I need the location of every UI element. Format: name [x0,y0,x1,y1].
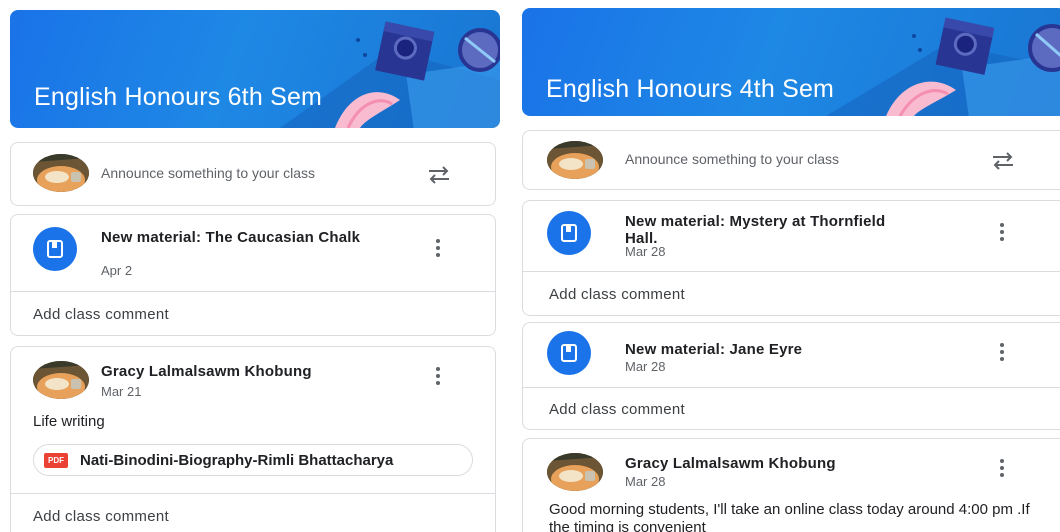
avatar [547,453,603,491]
post-date: Mar 28 [625,244,666,259]
divider [523,387,1060,388]
more-options-icon[interactable] [435,367,441,387]
class-banner[interactable]: English Honours 6th Sem [10,10,500,128]
announcement-post-card[interactable]: Gracy Lalmalsawm Khobung Mar 28 Good mor… [522,438,1060,532]
left-classroom-stream: English Honours 6th Sem Announce somethi… [0,0,500,532]
material-icon [547,211,591,255]
avatar-image [33,154,89,192]
post-author: Gracy Lalmalsawm Khobung [625,455,836,472]
class-title: English Honours 4th Sem [546,75,835,103]
more-options-icon[interactable] [999,223,1005,243]
divider [11,291,495,292]
repost-icon[interactable] [989,149,1017,173]
divider [523,271,1060,272]
add-class-comment-link[interactable]: Add class comment [33,508,169,525]
more-options-icon[interactable] [435,239,441,259]
material-post-card[interactable]: New material: Mystery at Thornfield Hall… [522,200,1060,316]
material-title[interactable]: New material: Mystery at Thornfield Hall… [625,213,915,247]
material-icon [547,331,591,375]
attachment-name: Nati-Binodini-Biography-Rimli Bhattachar… [80,451,394,469]
class-banner[interactable]: English Honours 4th Sem [522,8,1060,116]
post-body: Good morning students, I'll take an onli… [549,501,1030,532]
announce-box[interactable]: Announce something to your class [522,130,1060,190]
banner-illustration [826,17,1060,116]
add-class-comment-link[interactable]: Add class comment [549,401,685,418]
announce-input[interactable]: Announce something to your class [101,165,315,181]
material-post-card[interactable]: New material: The Caucasian Chalk Apr 2 … [10,214,496,336]
avatar-image [33,361,89,399]
pdf-icon: PDF [44,452,68,468]
announce-input[interactable]: Announce something to your class [625,151,839,167]
right-classroom-stream: English Honours 4th Sem Announce somethi… [520,0,1060,532]
material-title[interactable]: New material: The Caucasian Chalk [101,229,401,246]
announcement-post-card[interactable]: Gracy Lalmalsawm Khobung Mar 21 Life wri… [10,346,496,532]
post-body: Life writing [33,413,105,430]
post-date: Mar 21 [101,384,142,399]
avatar [547,141,603,179]
divider [11,493,495,494]
avatar-image [547,453,603,491]
material-post-card[interactable]: New material: Jane Eyre Mar 28 Add class… [522,322,1060,430]
class-title: English Honours 6th Sem [34,83,323,111]
post-date: Mar 28 [625,359,666,374]
material-icon [33,227,77,271]
post-date: Mar 28 [625,474,666,489]
post-author: Gracy Lalmalsawm Khobung [101,363,312,380]
add-class-comment-link[interactable]: Add class comment [549,286,685,303]
avatar-image [547,141,603,179]
material-title[interactable]: New material: Jane Eyre [625,341,955,358]
post-date: Apr 2 [101,263,133,278]
announce-box[interactable]: Announce something to your class [10,142,496,206]
more-options-icon[interactable] [999,459,1005,479]
avatar [33,154,89,192]
repost-icon[interactable] [425,163,453,187]
add-class-comment-link[interactable]: Add class comment [33,306,169,323]
pdf-attachment[interactable]: PDF Nati-Binodini-Biography-Rimli Bhatta… [33,444,473,476]
avatar [33,361,89,399]
more-options-icon[interactable] [999,343,1005,363]
